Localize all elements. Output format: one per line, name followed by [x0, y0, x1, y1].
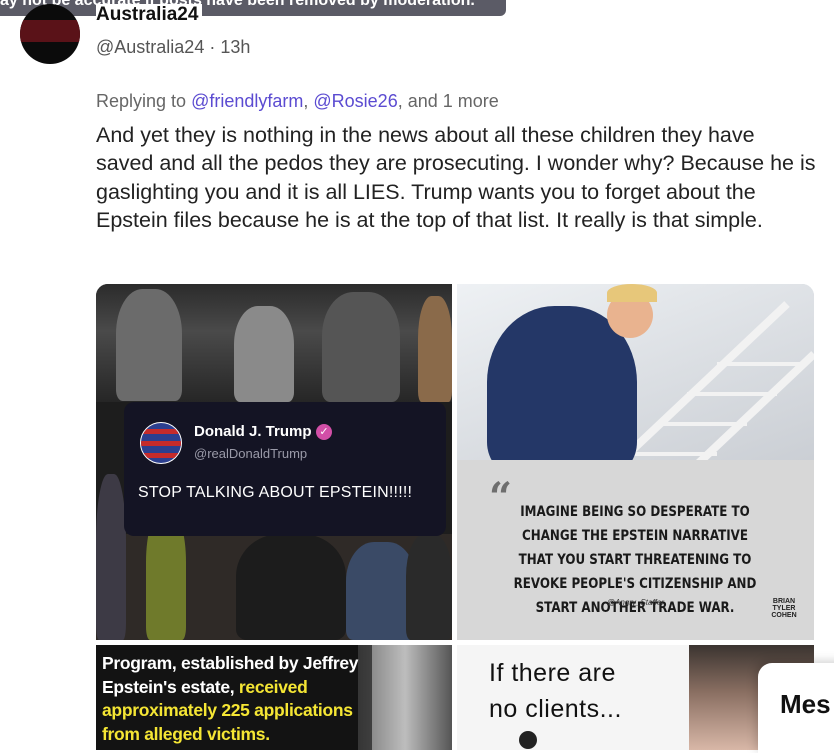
display-name[interactable]: Australia24 — [96, 4, 203, 26]
figure-hair — [607, 284, 657, 302]
caption-line-2b: received — [238, 676, 308, 697]
tweet-author-handle: @realDonaldTrump — [194, 446, 308, 461]
reply-mention-rosie26[interactable]: @Rosie26 — [313, 91, 397, 111]
reply-context: Replying to @friendlyfarm, @Rosie26, and… — [96, 91, 499, 112]
post-time[interactable]: 13h — [220, 37, 250, 57]
reply-comma: , — [303, 91, 314, 111]
flag-stripe — [141, 441, 181, 446]
media-image-quote-card[interactable]: “ IMAGINE BEING SO DESPERATE TO CHANGE T… — [457, 284, 814, 640]
tweet-avatar — [140, 422, 182, 464]
media-image-tweet-collage[interactable]: Donald J. Trump ✓ @realDonaldTrump STOP … — [96, 284, 452, 640]
caption-line-3: approximately 225 applications — [102, 700, 353, 720]
collage-figure — [236, 534, 346, 640]
reply-prefix: Replying to — [96, 91, 192, 111]
collage-figure — [406, 534, 452, 640]
handle[interactable]: @Australia24 — [96, 37, 204, 57]
meme-text: If there are no clients... — [489, 655, 622, 727]
caption-line-2a: Epstein's estate, — [102, 676, 239, 697]
collage-figure — [234, 306, 294, 402]
meme-line-2: no clients... — [489, 695, 622, 723]
moderation-text: ay not be accurate if posts have been re… — [0, 0, 475, 9]
caption-text: Program, established by Jeffrey Epstein'… — [102, 652, 359, 746]
marker-icon — [519, 731, 537, 749]
message-button[interactable]: Mes — [758, 663, 834, 753]
collage-figure — [116, 289, 182, 401]
caption-line-1: Program, established by Jeffrey — [102, 653, 359, 673]
caption-photo-face — [358, 645, 452, 750]
media-image-news-caption[interactable]: Program, established by Jeffrey Epstein'… — [96, 645, 452, 750]
caption-line-2: Epstein's estate, received — [102, 676, 358, 700]
tweet-author-name: Donald J. Trump — [194, 423, 312, 440]
brand-logo: BRIAN TYLER COHEN — [771, 598, 797, 619]
meme-line-1: If there are — [489, 659, 616, 687]
caption-line-4: from alleged victims. — [102, 723, 270, 744]
collage-figure — [96, 474, 126, 640]
reply-mention-friendlyfarm[interactable]: @friendlyfarm — [191, 91, 303, 111]
quote-attribution: @Angry_Staffer — [606, 598, 665, 607]
separator-dot: · — [209, 37, 221, 57]
avatar-band — [20, 20, 80, 42]
reply-more[interactable]: , and 1 more — [398, 91, 499, 111]
embedded-tweet-card: Donald J. Trump ✓ @realDonaldTrump STOP … — [124, 402, 446, 536]
post-body: And yet they is nothing in the news abou… — [96, 123, 816, 232]
flag-stripe — [141, 429, 181, 434]
post-handle-line: @Australia24 · 13h — [96, 37, 250, 58]
media-grid: Donald J. Trump ✓ @realDonaldTrump STOP … — [96, 284, 814, 750]
message-button-label: Mes — [780, 689, 831, 719]
moderation-tooltip: ay not be accurate if posts have been re… — [0, 0, 506, 16]
verified-badge-icon: ✓ — [316, 424, 332, 440]
collage-figure — [322, 292, 400, 402]
avatar[interactable] — [20, 4, 80, 64]
tweet-text: STOP TALKING ABOUT EPSTEIN!!!!! — [138, 484, 413, 501]
collage-figure — [418, 296, 452, 402]
flag-stripe — [141, 453, 181, 458]
